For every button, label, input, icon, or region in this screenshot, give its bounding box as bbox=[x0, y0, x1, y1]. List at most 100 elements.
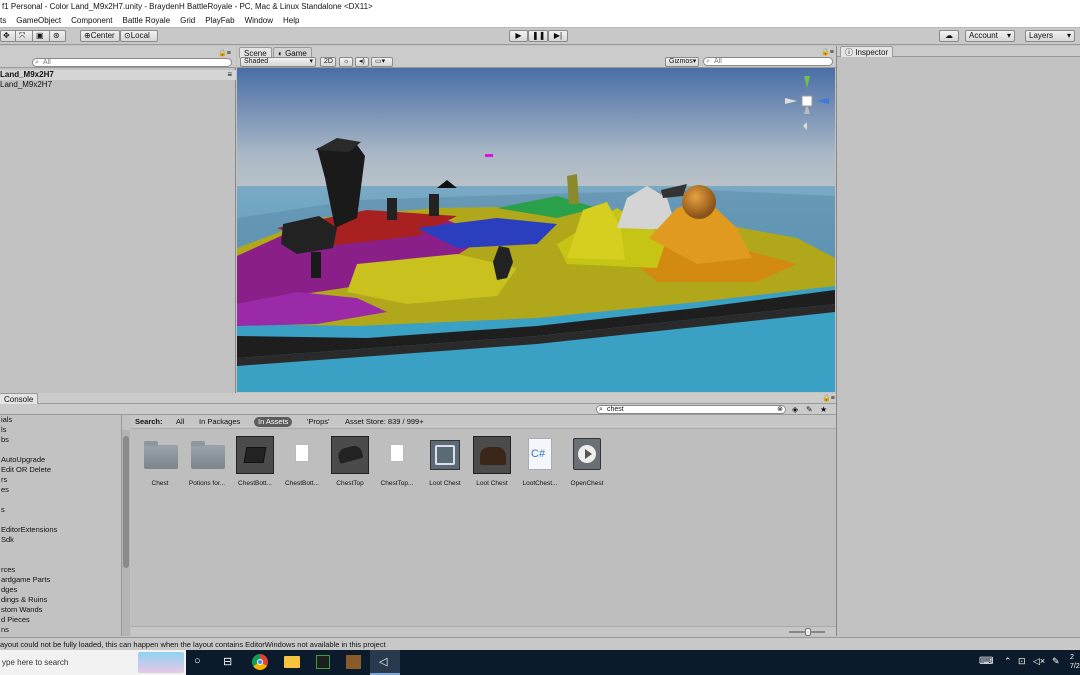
pen-icon[interactable]: ✎ bbox=[1052, 656, 1060, 667]
tree-item[interactable]: Sdk bbox=[0, 535, 121, 545]
filter-in-assets[interactable]: In Assets bbox=[254, 417, 293, 427]
tree-item[interactable]: d Pieces bbox=[0, 615, 121, 625]
cloud-button[interactable]: ☁ bbox=[939, 30, 959, 42]
hierarchy-item[interactable]: Land_M9x2H7 bbox=[0, 80, 52, 90]
tree-item[interactable]: stom Wands bbox=[0, 605, 121, 615]
toggle-2d-button[interactable]: 2D bbox=[320, 57, 336, 67]
pivot-center-button[interactable]: ⊕Center bbox=[80, 30, 120, 42]
tree-item[interactable]: ials bbox=[0, 415, 121, 425]
tree-item[interactable] bbox=[0, 545, 121, 555]
tree-item[interactable]: rs bbox=[0, 475, 121, 485]
rect-tool-icon[interactable]: ⊛ bbox=[49, 31, 60, 41]
tree-item[interactable]: ardgame Parts bbox=[0, 575, 121, 585]
filter-asset-store[interactable]: Asset Store: 839 / 999+ bbox=[345, 415, 424, 429]
file-explorer-icon[interactable] bbox=[284, 656, 300, 668]
tree-item[interactable]: EditorExtensions bbox=[0, 525, 121, 535]
gizmos-dropdown[interactable]: Gizmos▾ bbox=[665, 57, 699, 67]
menu-component[interactable]: Component bbox=[66, 16, 117, 25]
tree-item[interactable]: ls bbox=[0, 425, 121, 435]
menu-icon[interactable]: ≡ bbox=[227, 70, 232, 80]
timeline-icon[interactable]: ⊟ bbox=[223, 655, 232, 668]
audio-button[interactable]: ◂) bbox=[355, 57, 369, 67]
tree-scrollbar-thumb[interactable] bbox=[123, 436, 129, 568]
filter-in-packages[interactable]: In Packages bbox=[199, 415, 240, 429]
unity-taskbar-button[interactable]: ◁ bbox=[370, 650, 400, 675]
task-view-icon[interactable]: ○ bbox=[194, 655, 201, 667]
terminal-icon[interactable] bbox=[316, 655, 330, 669]
menu-window[interactable]: Window bbox=[240, 16, 278, 25]
minecraft-icon[interactable] bbox=[346, 655, 361, 669]
filter-props[interactable]: 'Props' bbox=[307, 415, 329, 429]
asset-label: Loot Chest bbox=[476, 480, 508, 487]
lock-icon[interactable]: 🔒≡ bbox=[218, 49, 231, 57]
taskbar-search[interactable]: ype here to search bbox=[0, 650, 186, 675]
menu-battle-royale[interactable]: Battle Royale bbox=[118, 16, 176, 25]
tree-scrollbar[interactable] bbox=[122, 430, 130, 636]
asset-item[interactable]: ChestBott... bbox=[279, 436, 325, 487]
tree-item[interactable]: ns bbox=[0, 625, 121, 635]
system-clock[interactable]: 2 7/2 bbox=[1070, 653, 1080, 671]
favorite-star-icon[interactable]: ★ bbox=[820, 405, 827, 414]
pivot-local-button[interactable]: ⊙Local bbox=[120, 30, 158, 42]
tab-inspector[interactable]: ⓘ Inspector bbox=[840, 46, 894, 57]
icon-size-slider[interactable] bbox=[789, 628, 825, 636]
tab-console[interactable]: Console bbox=[0, 393, 39, 404]
tree-item[interactable]: s bbox=[0, 505, 121, 515]
scene-header[interactable]: Land_M9x2H7 ≡ bbox=[0, 70, 236, 80]
tree-item[interactable] bbox=[0, 445, 121, 455]
dropdown-arrow-icon: ▾ bbox=[309, 58, 313, 65]
asset-item[interactable]: Loot Chest bbox=[469, 436, 515, 487]
tree-item[interactable]: dges bbox=[0, 585, 121, 595]
hierarchy-search[interactable]: ⌕ All bbox=[32, 58, 232, 67]
effects-dropdown[interactable]: ▭▾ bbox=[371, 57, 393, 67]
menu-grid[interactable]: Grid bbox=[175, 16, 200, 25]
rotate-tool-icon[interactable]: ⤧ bbox=[15, 31, 25, 41]
filter-type-icon[interactable]: ◈ bbox=[792, 405, 798, 414]
step-button[interactable]: ▶| bbox=[548, 30, 568, 42]
asset-item[interactable]: ChestTop bbox=[327, 436, 373, 487]
icon-size-slider-handle[interactable] bbox=[805, 628, 811, 636]
lighting-button[interactable]: ☼ bbox=[339, 57, 353, 67]
tree-item[interactable]: rces bbox=[0, 565, 121, 575]
scale-tool-icon[interactable]: ▣ bbox=[32, 31, 44, 41]
menu-help[interactable]: Help bbox=[278, 16, 304, 25]
chevron-up-icon[interactable]: ⌃ bbox=[1004, 656, 1012, 667]
menu-assets[interactable]: ts bbox=[0, 16, 11, 25]
lock-icon[interactable]: 🔒≡ bbox=[822, 394, 835, 402]
move-tool-icon[interactable]: ✥ bbox=[3, 31, 10, 41]
shading-mode-dropdown[interactable]: Shaded ▾ bbox=[240, 57, 316, 67]
lock-icon[interactable]: 🔒≡ bbox=[821, 48, 834, 56]
pause-button[interactable]: ❚❚ bbox=[528, 30, 548, 42]
filter-all[interactable]: All bbox=[176, 415, 184, 429]
menu-playfab[interactable]: PlayFab bbox=[200, 16, 239, 25]
asset-item[interactable]: C# LootChest... bbox=[517, 436, 563, 487]
clear-search-icon[interactable]: ⊗ bbox=[777, 406, 783, 413]
tree-item[interactable] bbox=[0, 515, 121, 525]
chrome-icon[interactable] bbox=[252, 654, 268, 670]
play-button[interactable]: ▶ bbox=[509, 30, 528, 42]
tree-item[interactable] bbox=[0, 495, 121, 505]
scene-gizmo[interactable] bbox=[785, 76, 829, 134]
tree-item[interactable]: AutoUpgrade bbox=[0, 455, 121, 465]
tree-item[interactable]: es bbox=[0, 485, 121, 495]
menu-gameobject[interactable]: GameObject bbox=[11, 16, 66, 25]
filter-label-icon[interactable]: ✎ bbox=[806, 405, 813, 414]
asset-item[interactable]: Loot Chest bbox=[422, 436, 468, 487]
asset-item[interactable]: ChestBott... bbox=[232, 436, 278, 487]
tree-item[interactable] bbox=[0, 555, 121, 565]
scene-search[interactable]: ⌕ All bbox=[703, 57, 833, 66]
keyboard-icon[interactable]: ⌨ bbox=[979, 656, 993, 667]
layers-dropdown[interactable]: Layers ▾ bbox=[1025, 30, 1075, 42]
asset-item[interactable]: ChestTop... bbox=[374, 436, 420, 487]
asset-item[interactable]: Potions for... bbox=[184, 436, 230, 487]
asset-item[interactable]: Chest bbox=[137, 436, 183, 487]
project-search-input[interactable]: ⌕ chest ⊗ bbox=[596, 405, 786, 414]
tree-item[interactable]: Edit OR Delete bbox=[0, 465, 121, 475]
tree-item[interactable]: dings & Ruins bbox=[0, 595, 121, 605]
scene-viewport[interactable] bbox=[237, 68, 835, 392]
network-icon[interactable]: ⊡ bbox=[1018, 656, 1026, 667]
tree-item[interactable]: bs bbox=[0, 435, 121, 445]
account-dropdown[interactable]: Account ▾ bbox=[965, 30, 1015, 42]
asset-item[interactable]: OpenChest bbox=[564, 436, 610, 487]
volume-icon[interactable]: ◁× bbox=[1033, 656, 1045, 667]
